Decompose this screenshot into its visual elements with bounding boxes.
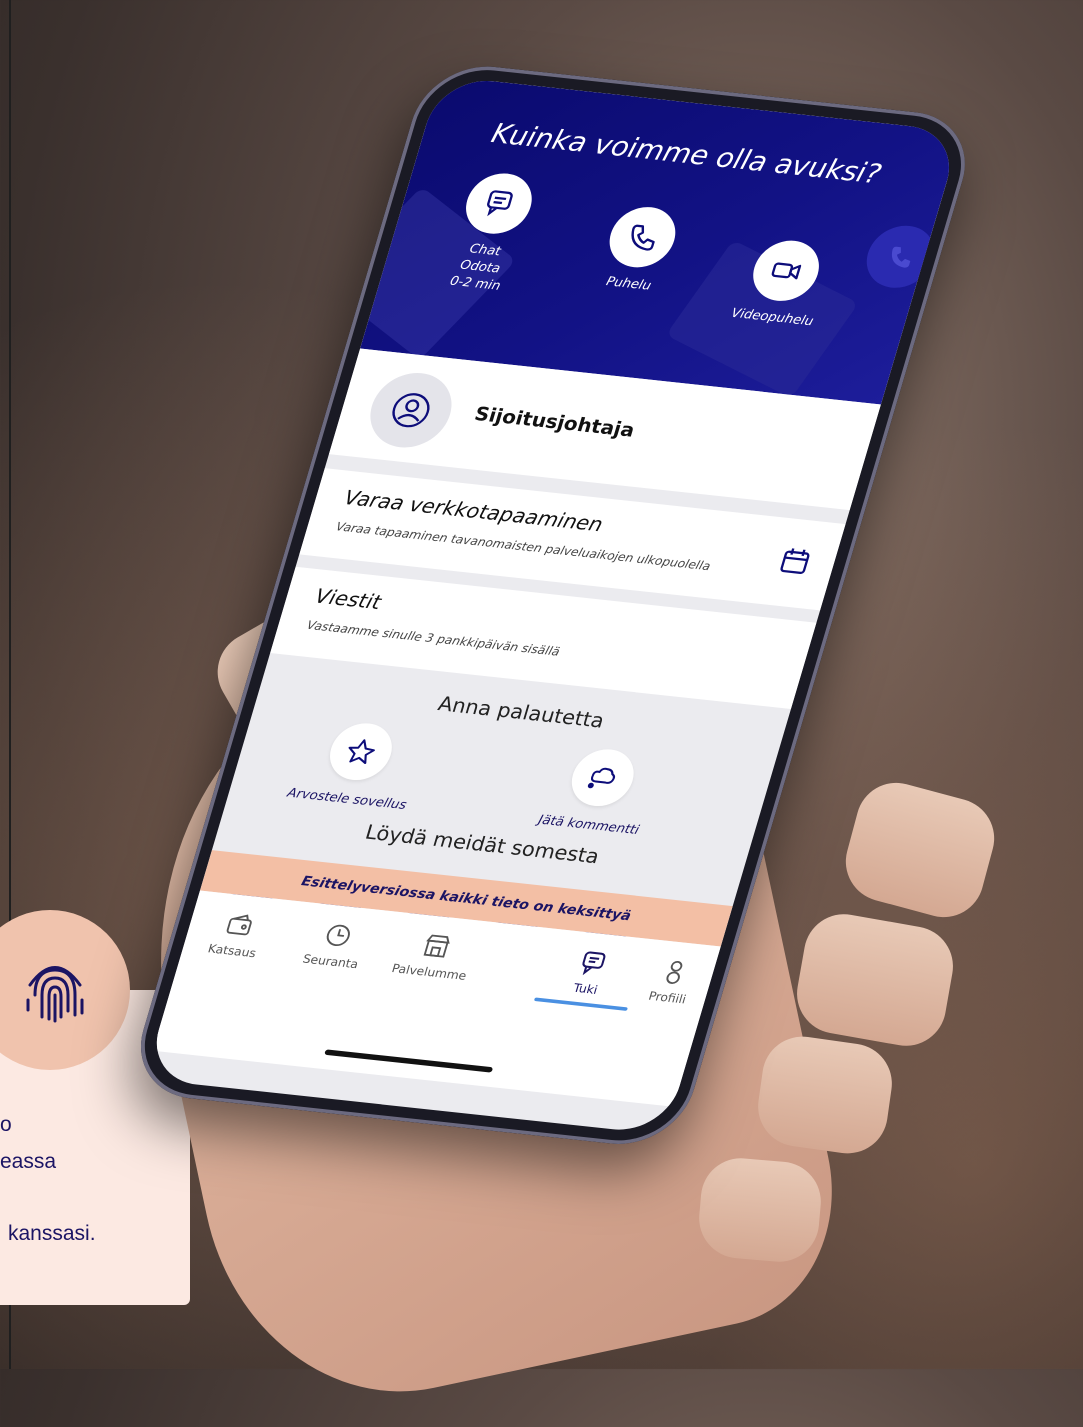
tab-tracking[interactable]: Seuranta [282,917,389,974]
leave-comment-button[interactable]: Jätä kommentti [508,741,691,841]
person-icon [360,369,461,452]
tab-profile[interactable]: Profiili [619,953,726,1010]
support-chat-icon [582,951,606,976]
tab-label: Katsaus [206,942,258,961]
phone-icon [891,246,911,268]
phone-icon [602,203,683,271]
support-hero: Kuinka voimme olla avuksi? Chat Odota 0-… [325,75,962,405]
fingerprint-icon [26,966,84,1023]
wallet-icon [226,914,252,936]
hand-finger-3 [752,1031,898,1159]
info-text-line-1: o [0,1113,12,1136]
info-text-line-3: kanssasi. [8,1222,96,1245]
comment-icon [564,746,641,810]
call-label: Puhelu [604,274,653,294]
profile-icon [666,961,683,984]
floating-call-button[interactable] [858,222,943,292]
tab-label: Seuranta [300,952,360,972]
rate-app-button[interactable]: Arvostele sovellus [266,715,449,815]
store-icon [423,934,450,958]
messages-title: Viestit [312,585,384,615]
call-option[interactable]: Puhelu [570,201,707,298]
hand-finger-4 [695,1154,825,1266]
tab-label: Profiili [646,989,688,1008]
home-indicator[interactable] [324,1049,494,1073]
advisor-title: Sijoitusjohtaja [472,402,638,442]
tab-overview[interactable]: Katsaus [183,907,290,964]
tracking-icon [326,924,350,947]
star-icon [322,720,400,784]
rate-app-label: Arvostele sovellus [285,785,409,813]
info-text-line-2: eassa [0,1150,57,1173]
messages-subtitle: Vastaamme sinulle 3 pankkipäivän sisällä [305,619,562,660]
video-icon [745,237,827,305]
chat-icon [458,170,540,237]
tab-label: Palvelumme [389,962,468,984]
chat-option[interactable]: Chat Odota 0-2 min [417,168,564,299]
calendar-icon [780,548,810,575]
tab-services[interactable]: Palvelumme [381,928,488,985]
leave-comment-label: Jätä kommentti [536,812,641,838]
